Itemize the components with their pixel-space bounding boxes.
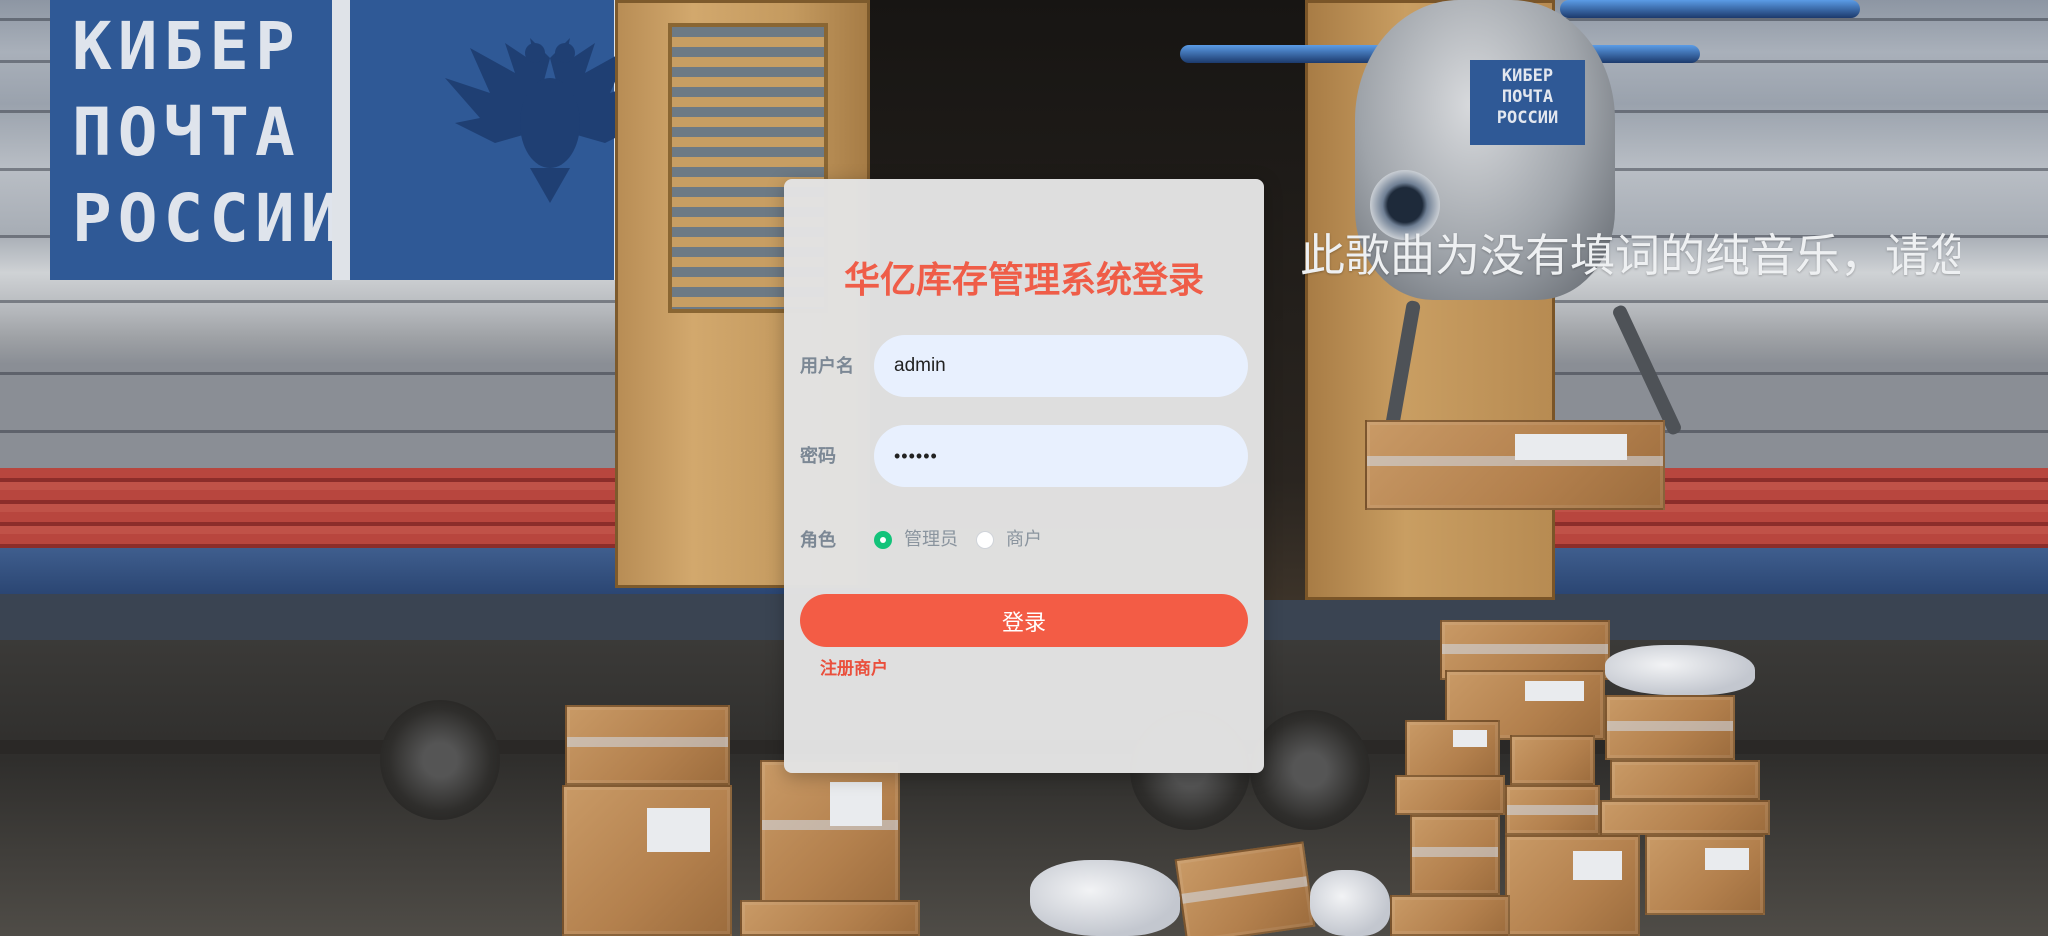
password-label: 密码 <box>800 446 836 467</box>
parcel <box>1605 695 1735 760</box>
robot-rotor <box>1560 0 1860 18</box>
robot-badge: КИБЕР ПОЧТА РОССИИ <box>1470 60 1585 145</box>
parcel <box>1390 895 1510 936</box>
parcel <box>1505 785 1600 835</box>
parcel <box>1174 841 1316 936</box>
role-label: 角色 <box>800 530 836 551</box>
parcel <box>740 900 920 936</box>
parcel <box>1395 775 1505 815</box>
mail-bag <box>1030 860 1180 936</box>
parcel <box>1645 835 1765 915</box>
role-merchant-label[interactable]: 商户 <box>1006 528 1042 552</box>
parcel <box>565 705 730 785</box>
parcel <box>1610 760 1760 800</box>
parcel <box>1410 815 1500 895</box>
register-merchant-link[interactable]: 注册商户 <box>820 657 888 681</box>
login-button[interactable]: 登录 <box>800 594 1248 647</box>
parcel <box>1365 420 1665 510</box>
mail-bag <box>1310 870 1390 936</box>
lyric-ticker: 此歌曲为没有填词的纯音乐，请您 <box>1300 229 1960 282</box>
post-logo-panel: КИБЕР ПОЧТА РОССИИ <box>50 0 655 280</box>
role-admin-radio[interactable] <box>874 531 892 549</box>
wheel <box>1250 710 1370 830</box>
parcel <box>1510 735 1595 785</box>
role-merchant-radio[interactable] <box>976 531 994 549</box>
parcel <box>1405 720 1500 780</box>
login-card: 华亿库存管理系统登录 用户名 密码 角色 管理员 商户 登录 注册商户 <box>784 179 1264 773</box>
role-radio-group: 管理员 商户 <box>874 526 1060 554</box>
parcel <box>760 760 900 910</box>
password-input[interactable] <box>874 425 1248 487</box>
post-logo-text: КИБЕР ПОЧТА РОССИИ <box>72 8 347 257</box>
page-title: 华亿库存管理系统登录 <box>843 260 1204 301</box>
parcel <box>1600 800 1770 835</box>
username-label: 用户名 <box>800 356 854 377</box>
wheel <box>380 700 500 820</box>
role-admin-label[interactable]: 管理员 <box>904 528 958 552</box>
username-input[interactable] <box>874 335 1248 397</box>
parcel <box>562 785 732 936</box>
mail-bag <box>1605 645 1755 695</box>
parcel <box>1505 835 1640 936</box>
